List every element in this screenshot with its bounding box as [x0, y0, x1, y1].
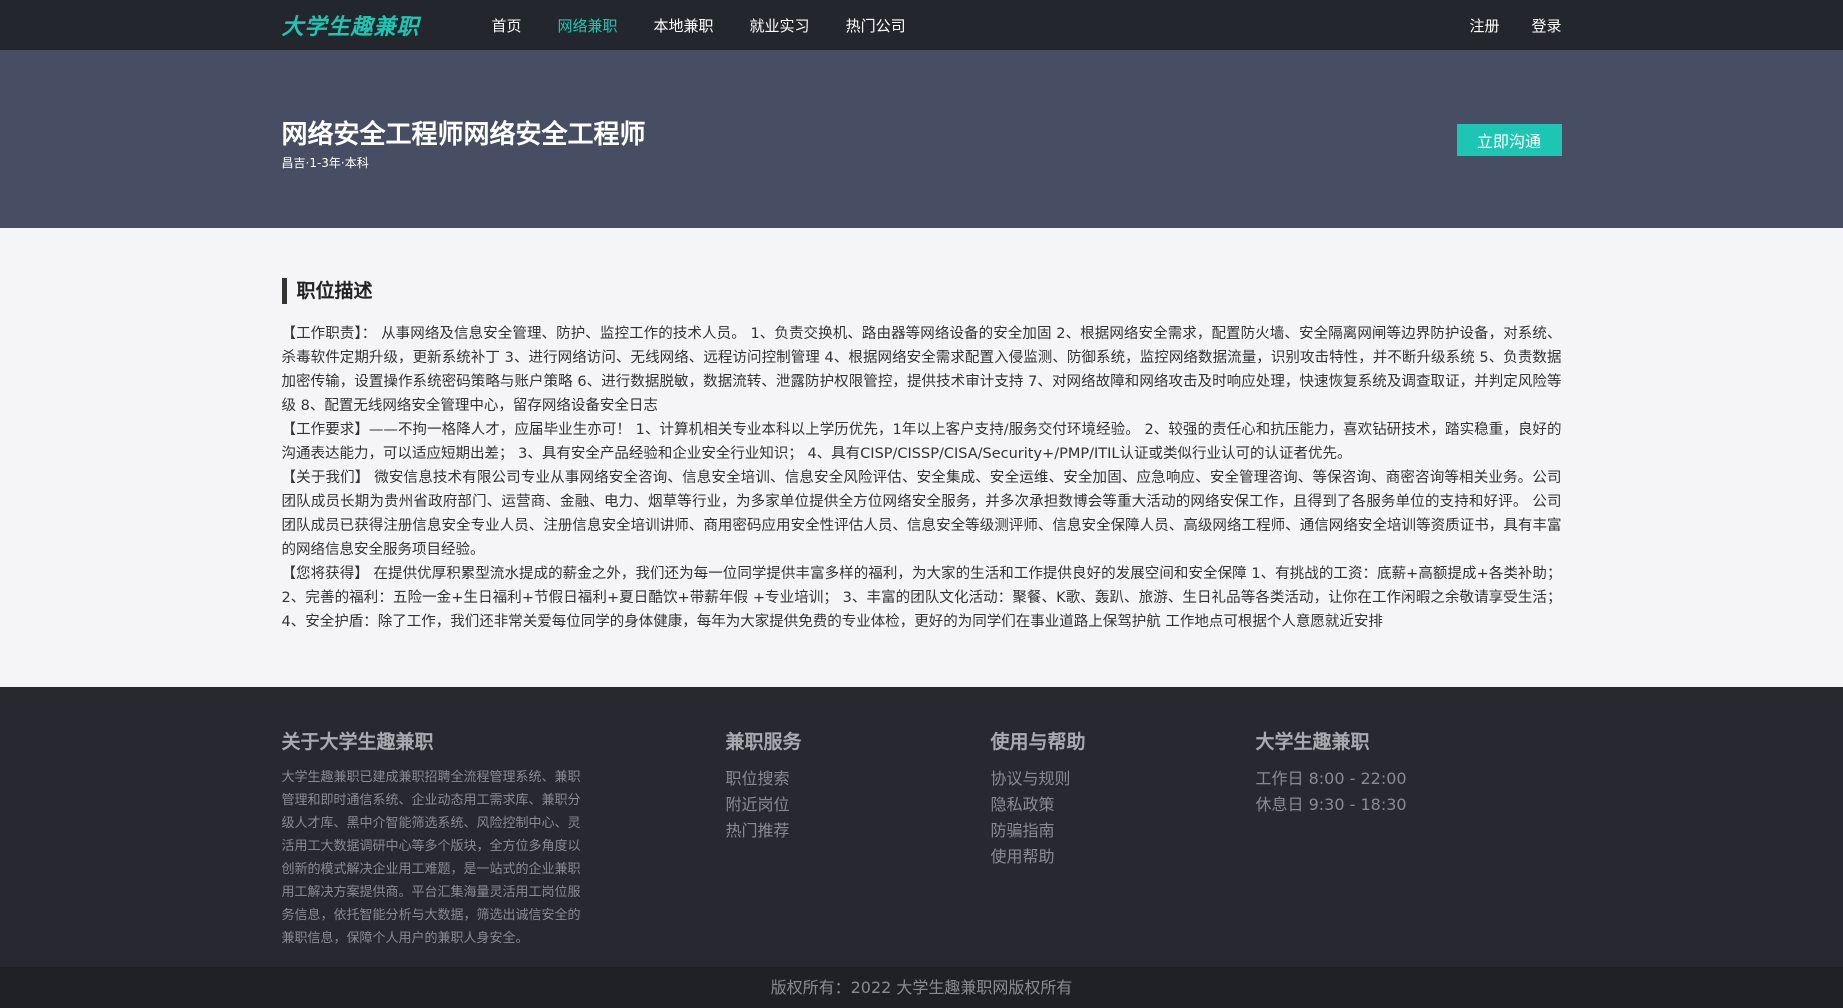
copyright-bar: 版权所有：2022 大学生趣兼职网版权所有 [0, 967, 1843, 1008]
desc-responsibilities: 【工作职责】： 从事网络及信息安全管理、防护、监控工作的技术人员。 1、负责交换… [281, 326, 1562, 414]
desc-benefits: 【您将获得】 在提供优厚积累型流水提成的薪金之外，我们还为每一位同学提供丰富多样… [281, 566, 1562, 630]
footer-link-privacy[interactable]: 隐私政策 [991, 792, 1086, 818]
footer-help: 使用与帮助 协议与规则 隐私政策 防骗指南 使用帮助 [991, 727, 1086, 870]
footer-about-text: 大学生趣兼职已建成兼职招聘全流程管理系统、兼职管理和即时通信系统、企业动态用工需… [281, 770, 581, 946]
desc-about-us: 【关于我们】 微安信息技术有限公司专业从事网络安全咨询、信息安全培训、信息安全风… [281, 470, 1562, 558]
nav-online-parttime[interactable]: 网络兼职 [558, 15, 618, 36]
footer-link-hot-picks[interactable]: 热门推荐 [726, 818, 802, 844]
nav-local-parttime[interactable]: 本地兼职 [654, 15, 714, 36]
footer-hours: 大学生趣兼职 工作日 8:00 - 22:00 休息日 9:30 - 18:30 [1256, 727, 1407, 818]
job-title-part2: 网络安全工程师 [463, 120, 646, 150]
nav-internship[interactable]: 就业实习 [750, 15, 810, 36]
footer-hours-title: 大学生趣兼职 [1255, 731, 1370, 753]
job-description: 【工作职责】： 从事网络及信息安全管理、防护、监控工作的技术人员。 1、负责交换… [282, 322, 1562, 634]
footer-weekend-hours: 休息日 9:30 - 18:30 [1255, 795, 1407, 814]
footer: 关于大学生趣兼职 大学生趣兼职已建成兼职招聘全流程管理系统、兼职管理和即时通信系… [0, 687, 1843, 967]
footer-services: 兼职服务 职位搜索 附近岗位 热门推荐 [726, 727, 802, 844]
login-link[interactable]: 登录 [1531, 15, 1561, 36]
footer-weekday-hours: 工作日 8:00 - 22:00 [1255, 769, 1407, 788]
footer-help-title: 使用与帮助 [990, 731, 1086, 753]
chat-now-button[interactable]: 立即沟通 [1456, 124, 1562, 156]
footer-link-job-search[interactable]: 职位搜索 [726, 766, 802, 792]
section-title: 职位描述 [281, 278, 1562, 304]
auth-links: 注册 登录 [1469, 0, 1561, 50]
footer-about-title: 关于大学生趣兼职 [281, 731, 434, 753]
footer-link-nearby-jobs[interactable]: 附近岗位 [726, 792, 802, 818]
footer-link-terms[interactable]: 协议与规则 [991, 766, 1086, 792]
main-nav: 首页 网络兼职 本地兼职 就业实习 热门公司 [492, 15, 942, 36]
footer-link-help[interactable]: 使用帮助 [991, 844, 1086, 870]
site-logo[interactable]: 大学生趣兼职 [282, 9, 492, 41]
job-header: 网络安全工程师网络安全工程师 昌吉·1-3年·本科 立即沟通 [0, 50, 1843, 228]
job-title: 网络安全工程师网络安全工程师 [282, 114, 646, 151]
footer-link-anti-fraud[interactable]: 防骗指南 [991, 818, 1086, 844]
job-meta: 昌吉·1-3年·本科 [281, 156, 369, 170]
desc-requirements: 【工作要求】——不拘一格降人才，应届毕业生亦可！ 1、计算机相关专业本科以上学历… [281, 422, 1562, 462]
register-link[interactable]: 注册 [1469, 15, 1499, 36]
job-description-section: 职位描述 【工作职责】： 从事网络及信息安全管理、防护、监控工作的技术人员。 1… [0, 228, 1843, 687]
job-title-part1: 网络安全工程师 [281, 120, 464, 150]
top-navbar: 大学生趣兼职 首页 网络兼职 本地兼职 就业实习 热门公司 注册 登录 [0, 0, 1843, 50]
footer-services-title: 兼职服务 [725, 731, 802, 753]
nav-hot-companies[interactable]: 热门公司 [846, 15, 906, 36]
nav-home[interactable]: 首页 [492, 15, 522, 36]
footer-about: 关于大学生趣兼职 大学生趣兼职已建成兼职招聘全流程管理系统、兼职管理和即时通信系… [282, 727, 592, 950]
